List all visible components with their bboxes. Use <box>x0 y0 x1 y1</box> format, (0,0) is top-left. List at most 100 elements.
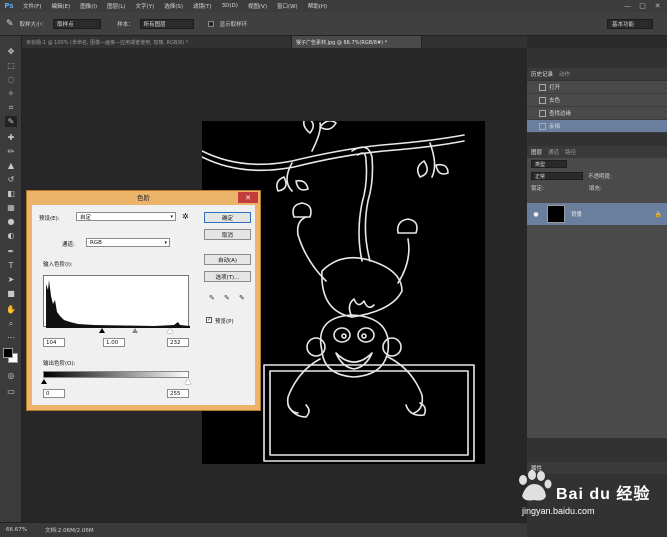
blur-tool-icon[interactable]: ● <box>5 216 17 227</box>
options-button[interactable]: 选项(T)... <box>204 271 251 282</box>
input-black-handle[interactable] <box>99 328 105 333</box>
sample-select[interactable]: 所有图层 <box>139 18 194 29</box>
input-white-field[interactable]: 232 <box>167 338 189 347</box>
input-black-field[interactable]: 104 <box>43 338 65 347</box>
history-brush-tool-icon[interactable]: ↺ <box>5 174 17 185</box>
preview-label: 预览(P) <box>215 319 234 325</box>
menu-edit[interactable]: 编辑(E) <box>46 2 75 10</box>
menu-file[interactable]: 文件(F) <box>18 2 46 10</box>
output-black-handle[interactable] <box>41 379 47 384</box>
output-slider[interactable] <box>41 379 191 385</box>
eye-icon[interactable]: ● <box>531 211 541 218</box>
dodge-tool-icon[interactable]: ◐ <box>5 230 17 241</box>
watermark-url: jingyan.baidu.com <box>522 506 595 516</box>
output-black-field[interactable]: 0 <box>43 389 65 398</box>
tab-actions[interactable]: 动作 <box>559 70 570 78</box>
more-tools-icon[interactable]: ⋯ <box>5 332 17 343</box>
menu-view[interactable]: 视图(V) <box>243 2 272 10</box>
crop-tool-icon[interactable]: ⌗ <box>5 102 17 113</box>
dialog-close-button[interactable]: ✕ <box>238 192 258 203</box>
history-step-icon <box>539 97 546 104</box>
zoom-tool-icon[interactable]: ⌕ <box>5 318 17 329</box>
path-select-tool-icon[interactable]: ➤ <box>5 274 17 285</box>
maximize-button[interactable]: □ <box>637 1 648 11</box>
layer-background[interactable]: ● 背景 🔒 <box>527 203 667 225</box>
lasso-tool-icon[interactable]: ◌ <box>5 74 17 85</box>
foot-left <box>292 202 312 218</box>
white-point-eyedropper-icon[interactable]: ✎ <box>239 294 245 302</box>
history-step-icon <box>539 123 546 130</box>
cancel-button[interactable]: 取消 <box>204 229 251 240</box>
layer-kind-select[interactable]: 类型 <box>531 160 567 168</box>
menu-filter[interactable]: 滤镜(T) <box>188 2 217 10</box>
tab-layers[interactable]: 图层 <box>531 148 542 156</box>
pen-tool-icon[interactable]: ✒ <box>5 246 17 257</box>
leaf <box>295 179 309 191</box>
text-tool-icon[interactable]: T <box>5 260 17 271</box>
output-white-handle[interactable] <box>185 379 191 384</box>
leg-right <box>397 238 410 284</box>
eyedropper-tool-icon[interactable]: ✎ <box>5 116 17 127</box>
healing-tool-icon[interactable]: ✚ <box>5 132 17 143</box>
vine-branch-lower <box>202 140 465 172</box>
zoom-level[interactable]: 66.67% <box>6 527 27 533</box>
dialog-title: 色阶 <box>137 194 150 202</box>
menu-help[interactable]: 帮助(H) <box>303 2 332 10</box>
close-window-button[interactable]: ✕ <box>652 1 663 11</box>
menu-layer[interactable]: 图层(L) <box>102 2 130 10</box>
preview-checkbox[interactable]: ✓ <box>206 317 212 323</box>
tab-history[interactable]: 历史记录 <box>531 70 553 78</box>
screen-mode-icon[interactable]: ▭ <box>5 386 17 397</box>
preset-select[interactable]: 自定 ▾ <box>76 212 176 221</box>
tab-channels[interactable]: 通道 <box>548 148 559 156</box>
minimize-button[interactable]: — <box>622 1 633 11</box>
history-item[interactable]: 打开 <box>527 81 667 94</box>
marquee-tool-icon[interactable]: ⬚ <box>5 60 17 71</box>
blend-mode-select[interactable]: 正常 <box>531 172 583 180</box>
history-item-active[interactable]: 反相 <box>527 120 667 133</box>
auto-button[interactable]: 自动(A) <box>204 254 251 265</box>
gradient-tool-icon[interactable]: ▦ <box>5 202 17 213</box>
tab-paths[interactable]: 路径 <box>565 148 576 156</box>
move-tool-icon[interactable]: ✥ <box>5 46 17 57</box>
quick-mask-icon[interactable]: ◎ <box>5 370 17 381</box>
hand-left <box>287 404 310 418</box>
layer-name: 背景 <box>571 212 583 218</box>
tail-inner <box>357 152 368 262</box>
menu-type[interactable]: 文字(Y) <box>131 2 160 10</box>
input-slider[interactable] <box>43 328 189 334</box>
menu-select[interactable]: 选择(S) <box>159 2 188 10</box>
ear-right <box>382 337 402 357</box>
vine-hang <box>429 142 436 178</box>
history-item[interactable]: 查找边缘 <box>527 107 667 120</box>
head <box>319 314 390 378</box>
menu-image[interactable]: 图像(I) <box>75 2 102 10</box>
hand-tool-icon[interactable]: ✋ <box>5 304 17 315</box>
black-point-eyedropper-icon[interactable]: ✎ <box>209 294 215 302</box>
brush-tool-icon[interactable]: ✏ <box>5 146 17 157</box>
quick-select-tool-icon[interactable]: ✧ <box>5 88 17 99</box>
tab-untitled[interactable]: 未标题-1 @ 100% (未命名, 图像—画像—应用或者使用, 玫瑰, RGB… <box>22 36 292 48</box>
shape-tool-icon[interactable]: ■ <box>5 288 17 299</box>
show-ring-checkbox[interactable] <box>207 20 214 27</box>
chevron-down-icon: ▾ <box>164 239 167 246</box>
input-mid-field[interactable]: 1.00 <box>103 338 125 347</box>
sample-size-select[interactable]: 取样点 <box>53 18 102 29</box>
menu-3d[interactable]: 3D(D) <box>217 3 243 9</box>
stamp-tool-icon[interactable]: ▲ <box>5 160 17 171</box>
history-item[interactable]: 去色 <box>527 94 667 107</box>
gear-icon[interactable]: ✲ <box>182 212 189 221</box>
tab-monkey[interactable]: 猴子广告素材.jpg @ 66.7%(RGB/8#) * <box>292 36 422 48</box>
eyedropper-icon[interactable]: ✎ <box>6 19 14 29</box>
ok-button[interactable]: 确定 <box>204 212 251 223</box>
input-mid-handle[interactable] <box>132 328 138 333</box>
menu-window[interactable]: 窗口(W) <box>272 2 303 10</box>
output-white-field[interactable]: 255 <box>167 389 189 398</box>
input-white-handle[interactable] <box>167 328 173 333</box>
ear-left <box>306 337 326 357</box>
gray-point-eyedropper-icon[interactable]: ✎ <box>224 294 230 302</box>
workspace-select[interactable]: 基本功能 <box>607 19 653 29</box>
channel-select[interactable]: RGB ▾ <box>86 238 170 247</box>
eraser-tool-icon[interactable]: ◧ <box>5 188 17 199</box>
foreground-color-swatch[interactable] <box>3 348 13 358</box>
